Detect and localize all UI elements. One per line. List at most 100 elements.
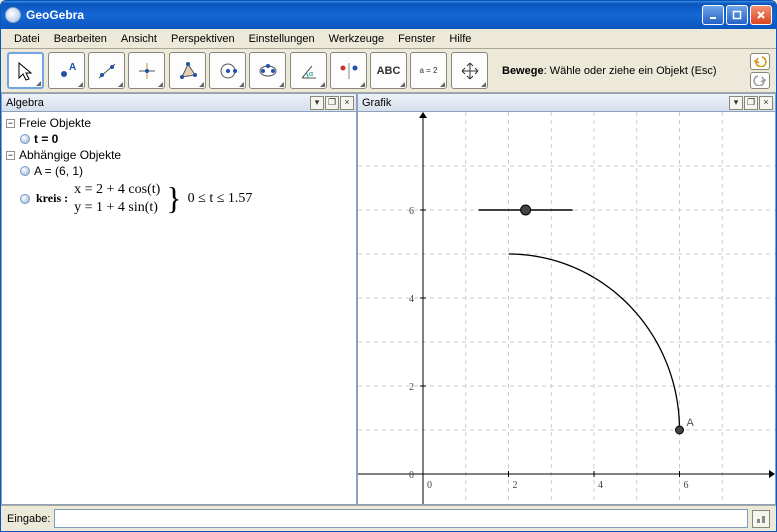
svg-text:A: A: [687, 417, 695, 429]
tool-conic[interactable]: [249, 52, 286, 89]
graphic-canvas[interactable]: 0 2 4 6 0 2 4 6 A: [358, 112, 775, 504]
algebra-tree: − Freie Objekte t = 0 − Abhängige Objekt…: [2, 112, 356, 504]
graphic-title-text: Grafik: [362, 97, 728, 109]
point-icon: A: [56, 60, 78, 82]
window-title: GeoGebra: [26, 8, 702, 22]
kreis-eq1: x = 2 + 4 cos(t): [74, 181, 160, 199]
maximize-button[interactable]: [726, 5, 748, 25]
svg-text:0: 0: [427, 480, 432, 491]
plot-svg: 0 2 4 6 0 2 4 6 A: [358, 112, 775, 504]
cursor-icon: [15, 60, 37, 82]
line-icon: [96, 60, 118, 82]
perpendicular-icon: [136, 60, 158, 82]
statusbar: Eingabe:: [1, 505, 776, 531]
algebra-panel-title: Algebra ▾ ❐ ×: [2, 94, 356, 112]
panel-window-button[interactable]: ❐: [744, 96, 758, 110]
abc-icon: ABC: [377, 65, 401, 77]
menu-window[interactable]: Fenster: [391, 31, 442, 47]
collapse-icon[interactable]: −: [6, 119, 15, 128]
graphic-panel-title: Grafik ▾ ❐ ×: [358, 94, 775, 112]
visibility-bullet-icon[interactable]: [20, 134, 30, 144]
undo-button[interactable]: [750, 53, 770, 70]
reflect-icon: [338, 60, 360, 82]
menubar: Datei Bearbeiten Ansicht Perspektiven Ei…: [1, 29, 776, 49]
menu-tools[interactable]: Werkzeuge: [322, 31, 391, 47]
svg-text:0: 0: [409, 470, 414, 481]
svg-text:2: 2: [513, 480, 518, 491]
app-icon: [5, 7, 21, 23]
menu-perspectives[interactable]: Perspektiven: [164, 31, 242, 47]
command-input[interactable]: [54, 509, 748, 528]
redo-button[interactable]: [750, 72, 770, 89]
svg-text:α: α: [309, 71, 313, 78]
panel-close-button[interactable]: ×: [340, 96, 354, 110]
toolbar-status-text: : Wähle oder ziehe ein Objekt (Esc): [544, 65, 717, 77]
tree-label: Abhängige Objekte: [19, 148, 121, 162]
help-icon: [755, 513, 767, 525]
tree-item-t[interactable]: t = 0: [6, 131, 352, 147]
app-window: GeoGebra Datei Bearbeiten Ansicht Perspe…: [0, 0, 777, 532]
algebra-title-text: Algebra: [6, 97, 309, 109]
menu-settings[interactable]: Einstellungen: [242, 31, 322, 47]
tree-item-label: t = 0: [34, 132, 58, 146]
visibility-bullet-icon[interactable]: [20, 166, 30, 176]
menu-file[interactable]: Datei: [7, 31, 47, 47]
tree-label: Freie Objekte: [19, 116, 91, 130]
input-label: Eingabe:: [7, 513, 50, 525]
menu-view[interactable]: Ansicht: [114, 31, 164, 47]
ellipse-icon: [257, 60, 279, 82]
collapse-icon[interactable]: −: [6, 151, 15, 160]
graphic-panel: Grafik ▾ ❐ × 0 2 4 6 0 2 4 6 A: [357, 93, 776, 505]
angle-icon: α: [298, 60, 320, 82]
toolbar: A α ABC a = 2 Bewege: Wähle oder ziehe e…: [1, 49, 776, 93]
toolbar-status-bold: Bewege: [502, 65, 544, 77]
tool-reflect[interactable]: [330, 52, 367, 89]
menu-help[interactable]: Hilfe: [442, 31, 478, 47]
slider-icon: a = 2: [419, 66, 437, 75]
panel-menu-button[interactable]: ▾: [310, 96, 324, 110]
tree-item-kreis[interactable]: kreis : x = 2 + 4 cos(t) y = 1 + 4 sin(t…: [6, 181, 352, 216]
algebra-panel: Algebra ▾ ❐ × − Freie Objekte t = 0 − Ab…: [1, 93, 357, 505]
input-help-button[interactable]: [752, 510, 770, 528]
tool-angle[interactable]: α: [290, 52, 327, 89]
kreis-name-label: kreis :: [36, 191, 68, 206]
toolbar-status: Bewege: Wähle oder ziehe ein Objekt (Esc…: [502, 65, 740, 77]
tool-line[interactable]: [88, 52, 125, 89]
svg-text:6: 6: [684, 480, 689, 491]
tool-perpendicular[interactable]: [128, 52, 165, 89]
visibility-bullet-icon[interactable]: [20, 194, 30, 204]
undo-icon: [753, 55, 767, 67]
tool-circle[interactable]: [209, 52, 246, 89]
redo-icon: [753, 74, 767, 86]
tool-polygon[interactable]: [169, 52, 206, 89]
close-button[interactable]: [750, 5, 772, 25]
polygon-icon: [177, 60, 199, 82]
panel-window-button[interactable]: ❐: [325, 96, 339, 110]
workspace: Algebra ▾ ❐ × − Freie Objekte t = 0 − Ab…: [1, 93, 776, 505]
panel-close-button[interactable]: ×: [759, 96, 773, 110]
svg-text:4: 4: [409, 294, 414, 305]
kreis-eqs: x = 2 + 4 cos(t) y = 1 + 4 sin(t): [74, 181, 160, 216]
svg-text:6: 6: [409, 206, 414, 217]
menu-edit[interactable]: Bearbeiten: [47, 31, 114, 47]
brace-icon: }: [166, 184, 181, 213]
tool-point[interactable]: A: [48, 52, 85, 89]
kreis-range: 0 ≤ t ≤ 1.57: [188, 191, 253, 207]
titlebar: GeoGebra: [1, 1, 776, 29]
kreis-eq2: y = 1 + 4 sin(t): [74, 199, 160, 217]
circle-icon: [217, 60, 239, 82]
svg-text:A: A: [69, 62, 76, 73]
minimize-button[interactable]: [702, 5, 724, 25]
tree-item-a[interactable]: A = (6, 1): [6, 163, 352, 179]
svg-text:2: 2: [409, 382, 414, 393]
tool-text[interactable]: ABC: [370, 52, 407, 89]
tree-item-label: A = (6, 1): [34, 164, 83, 178]
panel-menu-button[interactable]: ▾: [729, 96, 743, 110]
tool-move[interactable]: [7, 52, 44, 89]
move-view-icon: [459, 60, 481, 82]
tree-group-dependent[interactable]: − Abhängige Objekte: [6, 147, 352, 163]
tool-move-view[interactable]: [451, 52, 488, 89]
svg-text:4: 4: [598, 480, 603, 491]
tree-group-free[interactable]: − Freie Objekte: [6, 115, 352, 131]
tool-slider[interactable]: a = 2: [410, 52, 447, 89]
